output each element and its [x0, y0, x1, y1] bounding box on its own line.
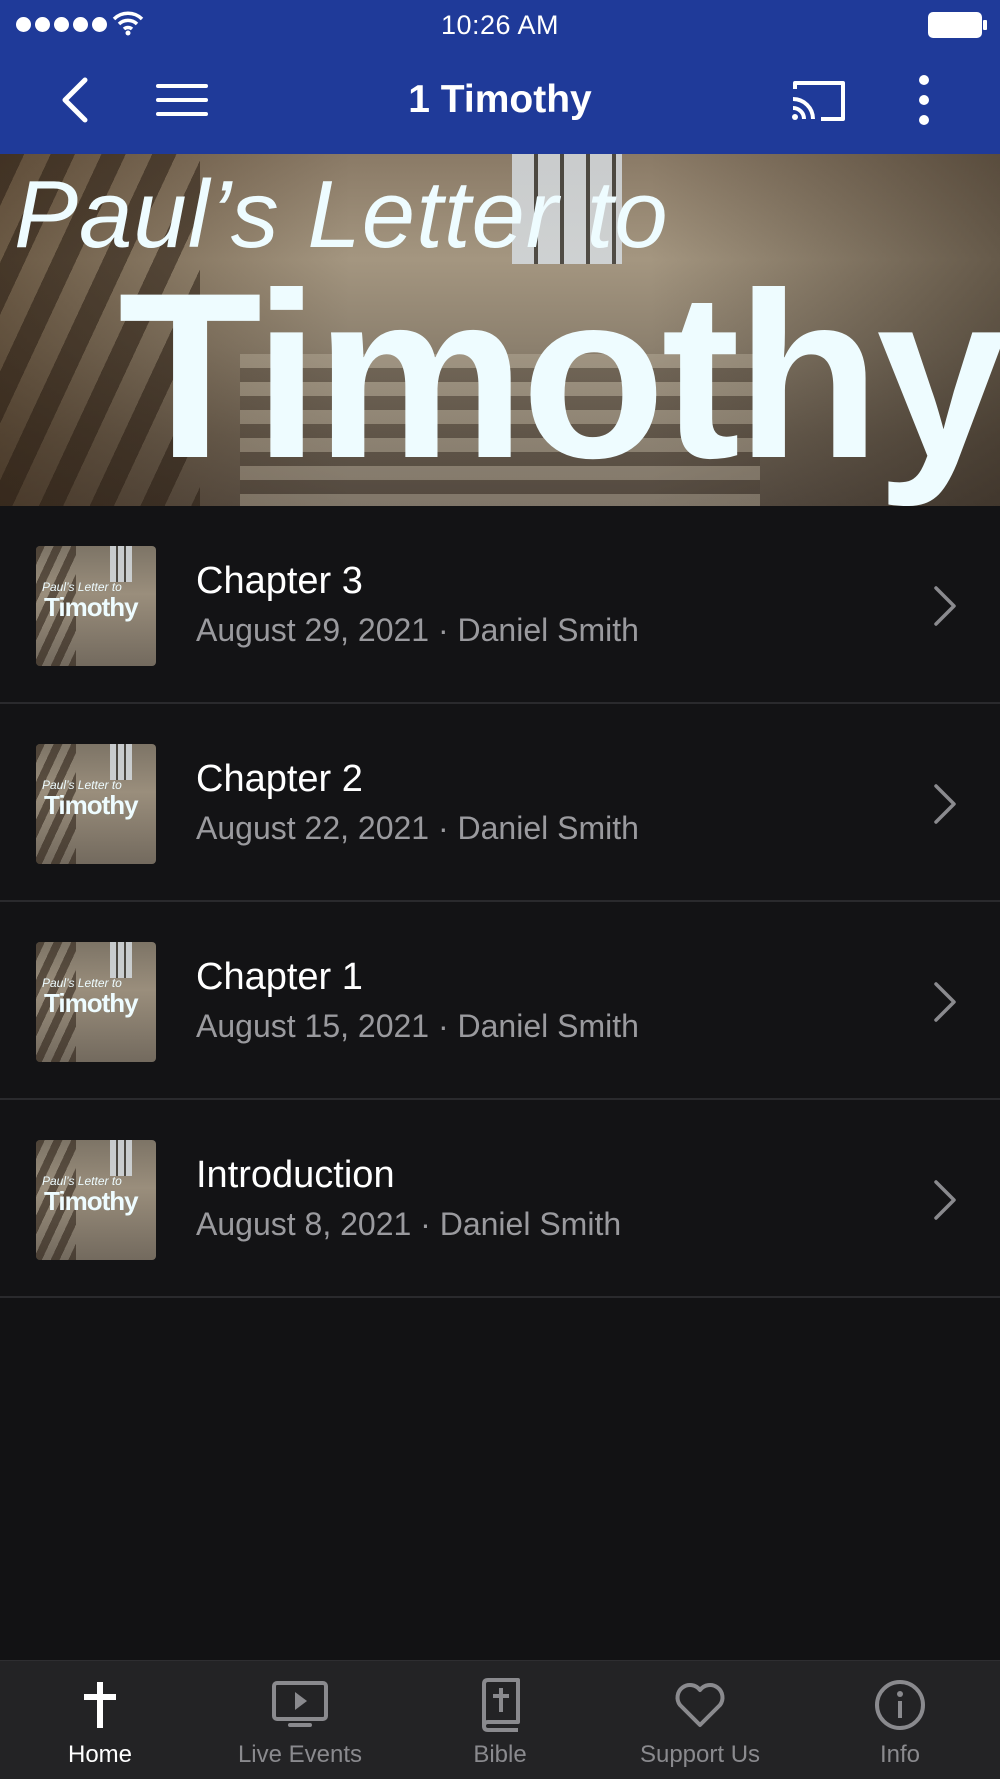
- tab-bible[interactable]: Bible: [400, 1661, 600, 1779]
- list-item[interactable]: Paul’s Letter to Timothy Chapter 3 Augus…: [0, 506, 1000, 704]
- sermon-list: Paul’s Letter to Timothy Chapter 3 Augus…: [0, 506, 1000, 1298]
- tab-live-events[interactable]: Live Events: [200, 1661, 400, 1779]
- chevron-right-icon: [932, 784, 958, 829]
- heart-icon: [600, 1677, 800, 1733]
- sermon-meta: August 22, 2021 · Daniel Smith: [196, 810, 639, 846]
- cross-icon: [0, 1677, 200, 1733]
- tab-label: Info: [879, 1741, 921, 1768]
- status-bar: 10:26 AM: [0, 0, 1000, 50]
- sermon-thumbnail: Paul’s Letter to Timothy: [36, 1140, 156, 1260]
- sermon-title: Chapter 3: [196, 560, 363, 602]
- chevron-right-icon: [932, 1180, 958, 1225]
- chevron-right-icon: [932, 982, 958, 1027]
- list-item[interactable]: Paul’s Letter to Timothy Chapter 1 Augus…: [0, 902, 1000, 1100]
- sermon-meta: August 8, 2021 · Daniel Smith: [196, 1206, 622, 1242]
- sermon-title: Chapter 1: [196, 956, 363, 998]
- more-vertical-icon: [917, 74, 931, 131]
- list-item[interactable]: Paul’s Letter to Timothy Introduction Au…: [0, 1100, 1000, 1298]
- more-options-button[interactable]: [892, 70, 956, 134]
- tab-label: Live Events: [237, 1741, 363, 1768]
- sermon-meta: August 29, 2021 · Daniel Smith: [196, 612, 639, 648]
- cast-button[interactable]: [786, 70, 850, 134]
- tab-info[interactable]: Info: [800, 1661, 1000, 1779]
- sermon-title: Chapter 2: [196, 758, 363, 800]
- banner-title: Timothy: [118, 244, 1000, 506]
- sermon-thumbnail: Paul’s Letter to Timothy: [36, 744, 156, 864]
- tab-support-us[interactable]: Support Us: [600, 1661, 800, 1779]
- info-icon: [800, 1677, 1000, 1733]
- sermon-thumbnail: Paul’s Letter to Timothy: [36, 546, 156, 666]
- tab-label: Home: [67, 1741, 133, 1768]
- navigation-bar: 1 Timothy: [0, 50, 1000, 154]
- cast-icon: [789, 77, 847, 128]
- tab-bar: Home Live Events Bible Support Us Info: [0, 1660, 1000, 1779]
- sermon-thumbnail: Paul’s Letter to Timothy: [36, 942, 156, 1062]
- sermon-meta: August 15, 2021 · Daniel Smith: [196, 1008, 639, 1044]
- page-title: 1 Timothy: [408, 78, 592, 121]
- battery-icon: [928, 12, 988, 43]
- status-time: 10:26 AM: [440, 10, 560, 40]
- tab-home[interactable]: Home: [0, 1661, 200, 1779]
- chevron-right-icon: [932, 586, 958, 631]
- tab-label: Support Us: [639, 1741, 761, 1768]
- sermon-title: Introduction: [196, 1154, 395, 1196]
- play-screen-icon: [200, 1677, 400, 1733]
- list-item[interactable]: Paul’s Letter to Timothy Chapter 2 Augus…: [0, 704, 1000, 902]
- bible-icon: [400, 1677, 600, 1733]
- tab-label: Bible: [473, 1741, 527, 1768]
- series-banner: Paul’s Letter to Timothy: [0, 154, 1000, 506]
